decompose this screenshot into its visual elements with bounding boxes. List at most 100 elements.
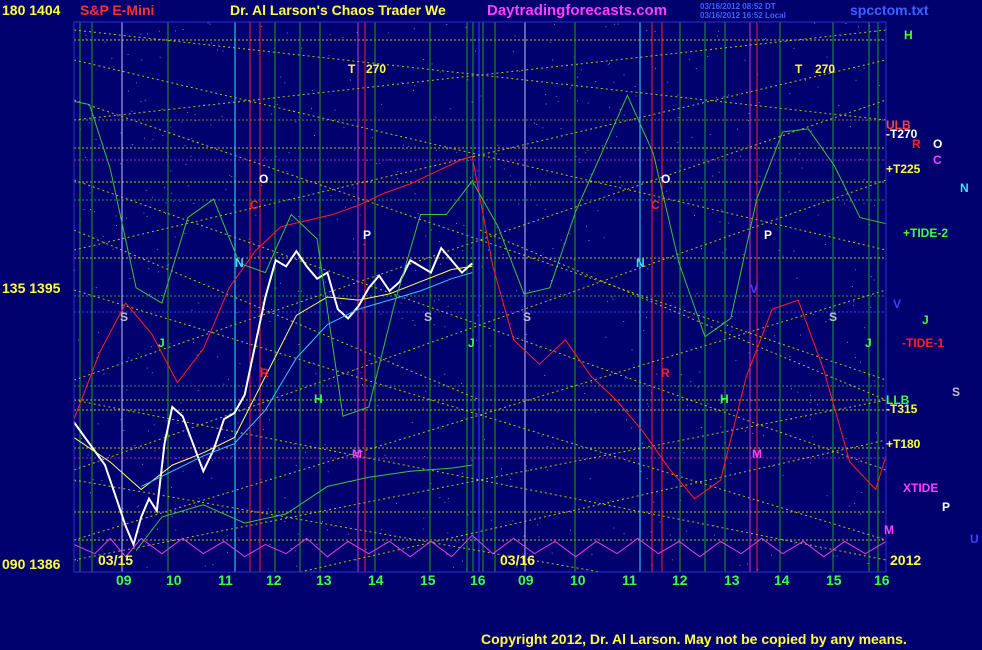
right-label: +T180 — [886, 437, 921, 451]
star-dot — [586, 225, 587, 227]
star-dot — [811, 130, 813, 132]
star-dot — [484, 439, 486, 441]
star-dot — [271, 309, 273, 311]
star-dot — [759, 175, 761, 177]
top-left-price-label: 180 1404 — [2, 2, 61, 18]
star-dot — [315, 373, 317, 375]
star-dot — [489, 345, 491, 347]
star-dot — [263, 429, 265, 430]
star-dot — [143, 137, 145, 139]
star-dot — [223, 437, 225, 438]
star-dot — [854, 502, 856, 504]
star-dot — [650, 531, 652, 533]
mid-price-label: 135 1395 — [2, 280, 61, 296]
star-dot — [465, 27, 467, 29]
plot-marker: O — [259, 172, 269, 186]
star-dot — [179, 201, 181, 202]
star-dot — [536, 123, 538, 125]
star-dot — [609, 106, 610, 108]
right-label: J — [922, 313, 929, 327]
star-dot — [325, 281, 327, 283]
star-dot — [480, 95, 482, 97]
star-dot — [333, 525, 335, 527]
star-dot — [719, 221, 721, 223]
star-dot — [731, 330, 733, 332]
star-dot — [809, 462, 811, 464]
star-dot — [362, 309, 364, 311]
star-dot — [858, 461, 860, 463]
star-dot — [455, 182, 457, 184]
star-dot — [379, 163, 381, 165]
star-dot — [149, 294, 151, 296]
star-dot — [712, 212, 714, 214]
star-dot — [226, 551, 228, 553]
star-dot — [782, 474, 784, 476]
star-dot — [104, 41, 106, 43]
right-label: R — [912, 137, 921, 151]
star-dot — [739, 155, 741, 157]
star-dot — [184, 232, 186, 234]
star-dot — [210, 124, 212, 126]
star-dot — [231, 455, 233, 457]
star-dot — [84, 156, 86, 158]
star-dot — [612, 298, 614, 300]
star-dot — [713, 534, 715, 536]
star-dot — [327, 471, 329, 473]
star-dot — [90, 492, 91, 494]
star-dot — [716, 35, 718, 37]
star-dot — [509, 175, 511, 177]
star-dot — [512, 50, 514, 52]
star-dot — [182, 29, 184, 30]
star-dot — [655, 67, 656, 69]
star-dot — [305, 451, 306, 453]
star-dot — [446, 148, 448, 150]
star-dot — [853, 304, 855, 306]
star-dot — [433, 300, 435, 302]
star-dot — [707, 55, 709, 57]
star-dot — [800, 334, 801, 336]
star-dot — [764, 510, 766, 512]
star-dot — [544, 209, 546, 210]
star-dot — [577, 100, 578, 102]
star-dot — [810, 407, 812, 409]
star-dot — [380, 313, 382, 315]
star-dot — [424, 456, 426, 457]
star-dot — [193, 341, 195, 343]
star-dot — [198, 390, 200, 392]
star-dot — [788, 414, 790, 416]
star-dot — [774, 335, 776, 337]
right-label: S — [952, 385, 961, 399]
star-dot — [433, 324, 435, 326]
star-dot — [396, 502, 397, 504]
hour-label: 09 — [116, 572, 132, 588]
star-dot — [587, 149, 589, 151]
star-dot — [295, 121, 297, 123]
star-dot — [258, 541, 260, 543]
star-dot — [102, 235, 104, 237]
star-dot — [291, 219, 293, 221]
star-dot — [809, 418, 811, 420]
right-label: +TIDE-2 — [903, 226, 949, 240]
star-dot — [613, 527, 615, 529]
star-dot — [573, 259, 575, 261]
star-dot — [461, 382, 463, 384]
plot-marker: V — [750, 282, 759, 296]
star-dot — [570, 87, 572, 89]
star-dot — [817, 86, 819, 88]
star-dot — [762, 435, 764, 437]
star-dot — [164, 187, 166, 189]
star-dot — [425, 390, 427, 392]
star-dot — [401, 317, 403, 319]
star-dot — [623, 74, 625, 76]
star-dot — [686, 530, 688, 532]
star-dot — [677, 94, 679, 96]
star-dot — [551, 552, 553, 554]
star-dot — [875, 432, 877, 434]
star-dot — [377, 405, 379, 406]
star-dot — [414, 193, 416, 195]
star-dot — [488, 249, 489, 251]
star-dot — [89, 209, 91, 210]
star-dot — [653, 501, 655, 503]
star-dot — [161, 295, 162, 296]
star-dot — [175, 30, 176, 32]
